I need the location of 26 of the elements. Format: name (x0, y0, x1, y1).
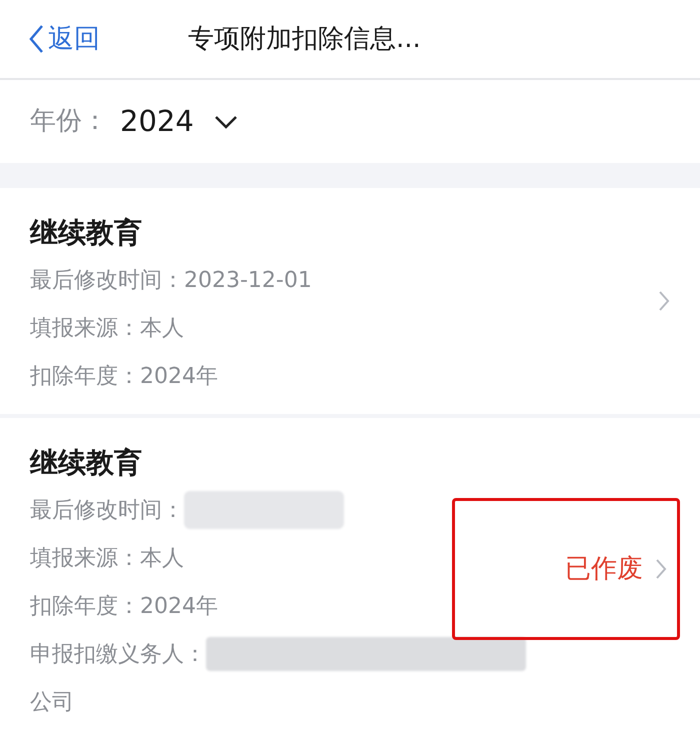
field-label: 最后修改时间： (30, 266, 184, 294)
chevron-right-icon (658, 290, 670, 312)
record-card[interactable]: 继续教育 最后修改时间：2023-12-01 填报来源：本人 扣除年度：2024年 (0, 188, 700, 414)
page-title: 专项附加扣除信息... (188, 22, 421, 56)
field-label: 填报来源： (30, 544, 140, 572)
chevron-right-icon (655, 558, 667, 580)
field-value: 本人 (140, 544, 184, 572)
back-chevron-icon (28, 24, 44, 54)
back-button[interactable]: 返回 (28, 20, 100, 58)
field-label: 申报扣缴义务人： (30, 640, 206, 668)
year-label: 年份： (30, 105, 108, 138)
record-card[interactable]: 继续教育 最后修改时间： 填报来源：本人 扣除年度：2024年 申报扣缴义务人： 公司 已作废 (0, 418, 700, 734)
chevron-down-icon (214, 114, 238, 128)
year-dropdown[interactable]: 2024 (120, 100, 238, 144)
field-value: 2024年 (140, 362, 218, 390)
record-title: 继续教育 (30, 445, 143, 481)
status-text: 已作废 (565, 552, 643, 586)
field-label: 填报来源： (30, 314, 140, 342)
field-value: 2024年 (140, 592, 218, 620)
field-value: 2023-12-01 (184, 266, 312, 294)
record-title: 继续教育 (30, 215, 143, 251)
field-label: 扣除年度： (30, 362, 140, 390)
field-value: 公司 (30, 688, 74, 716)
field-label: 最后修改时间： (30, 496, 184, 524)
field-label: 扣除年度： (30, 592, 140, 620)
field-value: 本人 (140, 314, 184, 342)
